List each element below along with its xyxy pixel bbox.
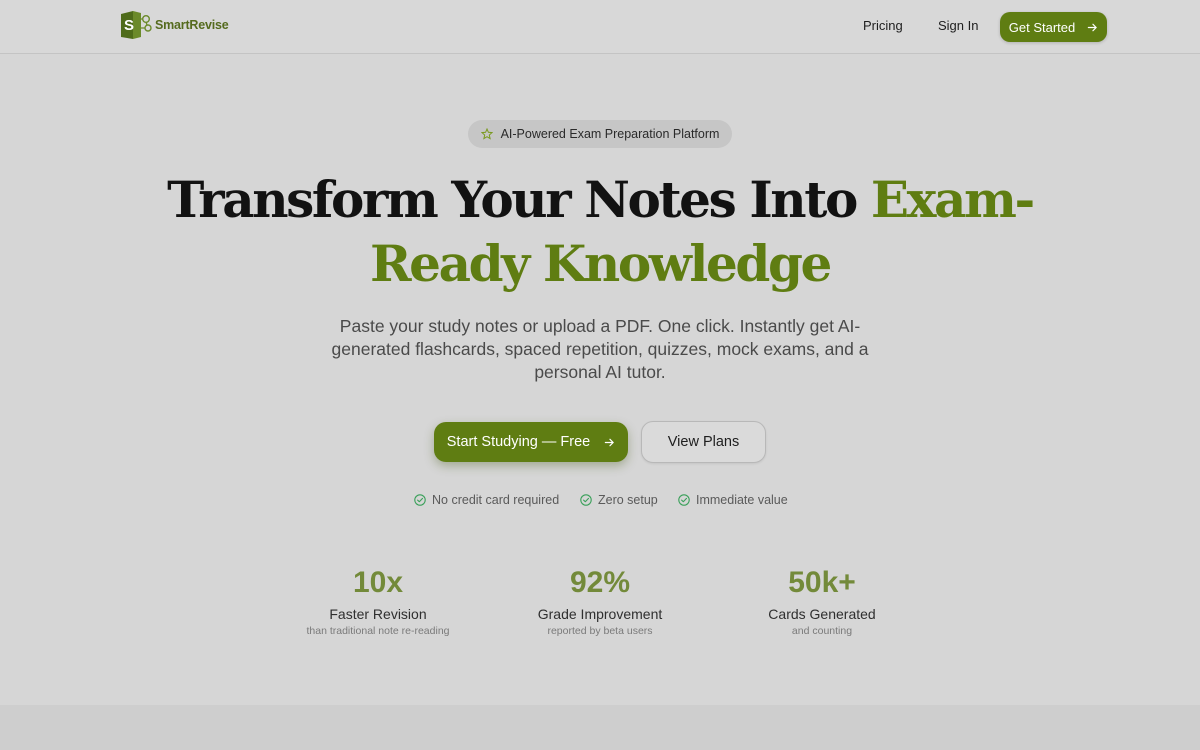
arrow-right-icon <box>1088 23 1097 31</box>
stat-block: 50k+ Cards Generated and counting <box>702 565 942 638</box>
start-studying-button[interactable]: Start Studying — Free <box>434 422 628 462</box>
logo-book-icon: S <box>119 9 153 41</box>
nav-link-sign-in[interactable]: Sign In <box>938 18 978 33</box>
stat-label: Cards Generated <box>768 606 876 622</box>
next-section-edge <box>0 705 1200 750</box>
stat-caption: than traditional note re-reading <box>306 625 450 637</box>
check-circle-icon <box>678 494 690 506</box>
check-item: No credit card required <box>414 493 559 507</box>
get-started-label: Get Started <box>1008 19 1076 35</box>
stat-caption: reported by beta users <box>547 625 653 637</box>
check-label: Immediate value <box>696 493 788 507</box>
get-started-button[interactable]: Get Started <box>1000 12 1107 42</box>
stat-value: 92% <box>569 566 631 599</box>
stat-block: 92% Grade Improvement reported by beta u… <box>480 565 720 638</box>
hero-badge: AI-Powered Exam Preparation Platform <box>468 120 732 148</box>
top-navbar: S SmartRevise Pricing Sign In Get Starte… <box>0 0 1200 54</box>
headline-plain: Transform Your Notes Into <box>167 170 871 229</box>
check-circle-icon <box>580 494 592 506</box>
view-plans-button[interactable]: View Plans <box>641 421 766 463</box>
headline-accent-part1: Exam- <box>870 170 1035 229</box>
stat-value: 10x <box>352 566 404 599</box>
stat-block: 10x Faster Revision than traditional not… <box>258 565 498 638</box>
star-icon <box>480 128 493 140</box>
brand-name: SmartRevise <box>155 18 229 32</box>
check-label: Zero setup <box>598 493 658 507</box>
hero-subtitle: Paste your study notes or upload a PDF. … <box>331 316 869 382</box>
benefit-checks: No credit card required Zero setup Immed… <box>0 493 1200 509</box>
arrow-right-icon <box>604 438 614 446</box>
headline-accent-part2: Ready Knowledge <box>370 234 832 293</box>
badge-label: AI-Powered Exam Preparation Platform <box>500 127 720 141</box>
hero-headline: Transform Your Notes Into Exam- Ready Kn… <box>0 168 1200 296</box>
stat-value: 50k+ <box>788 566 856 599</box>
check-item: Immediate value <box>678 493 788 507</box>
start-studying-label: Start Studying — Free <box>446 434 591 450</box>
stat-label: Grade Improvement <box>537 606 663 622</box>
view-plans-label: View Plans <box>667 434 740 450</box>
stat-label: Faster Revision <box>329 606 427 622</box>
stat-caption: and counting <box>791 625 853 637</box>
brand-logo[interactable]: S SmartRevise <box>119 9 229 41</box>
check-item: Zero setup <box>580 493 658 507</box>
nav-link-pricing[interactable]: Pricing <box>863 18 903 33</box>
check-label: No credit card required <box>432 493 560 507</box>
logo-letter: S <box>124 17 134 34</box>
check-circle-icon <box>414 494 426 506</box>
